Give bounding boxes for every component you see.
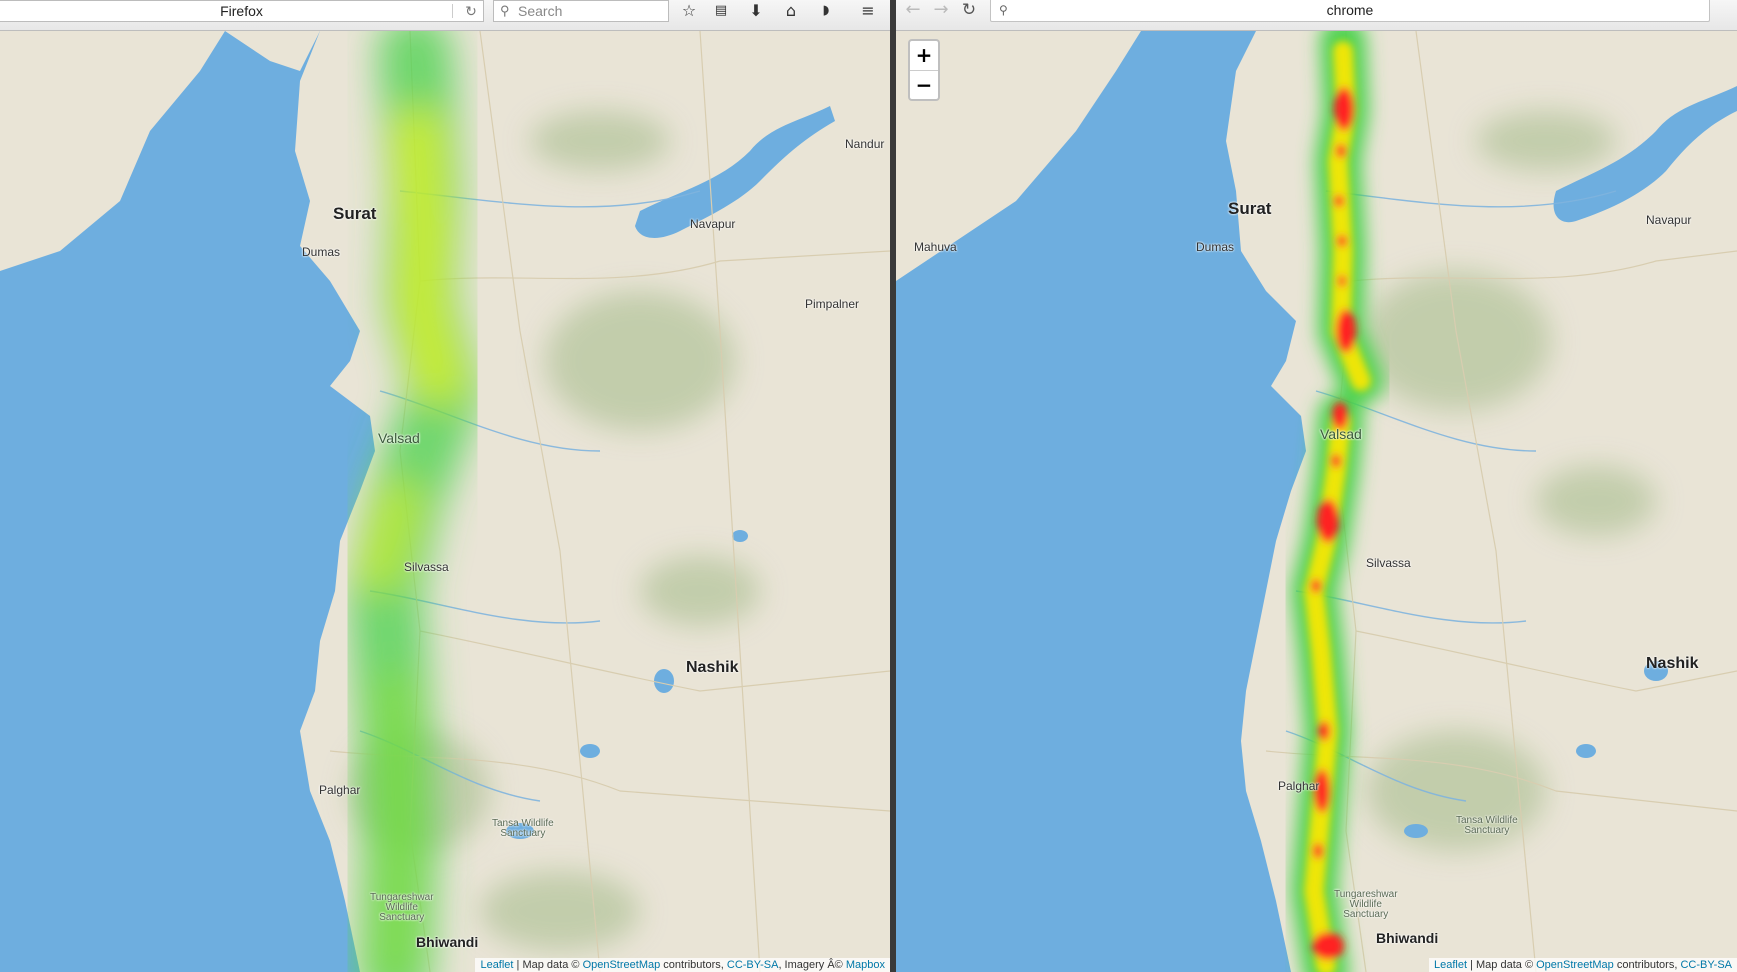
search-placeholder: Search [518, 3, 563, 19]
menu-icon[interactable]: ≡ [853, 0, 883, 22]
attribution-contrib: contributors, [1616, 959, 1678, 971]
chrome-map[interactable]: + − Surat Dumas Mahuva Navapur Valsad Si… [896, 31, 1737, 972]
attribution-imagery: , Imagery Â© [778, 959, 843, 971]
label-nashik: Nashik [686, 659, 739, 676]
zoom-control: + − [908, 39, 940, 101]
reading-list-icon[interactable]: ▤ [706, 0, 736, 22]
mapbox-link[interactable]: Mapbox [846, 959, 885, 971]
label-tansa: Tansa Wildlife Sanctuary [1456, 815, 1518, 836]
reload-icon[interactable]: ↻ [460, 1, 482, 21]
zoom-in-button[interactable]: + [910, 41, 938, 70]
label-tungareshwar: Tungareshwar Wildlife Sanctuary [1334, 889, 1398, 920]
chrome-omnibox[interactable]: ⚲ chrome [990, 0, 1710, 22]
label-surat: Surat [333, 204, 377, 223]
label-palghar: Palghar [319, 783, 361, 797]
label-bhiwandi: Bhiwandi [416, 934, 479, 950]
label-valsad: Valsad [378, 430, 420, 446]
chrome-window: ← → ↻ ⚲ chrome + − Surat Dumas Mahuva Na… [896, 0, 1737, 972]
firefox-search-field[interactable]: ⚲ Search [493, 0, 669, 22]
url-separator [452, 4, 453, 18]
label-nashik: Nashik [1646, 655, 1699, 672]
label-mahuva: Mahuva [914, 240, 957, 254]
attribution-text: | Map data © [1470, 959, 1534, 971]
firefox-address-bar[interactable]: Firefox ↻ [0, 0, 484, 22]
label-silvassa: Silvassa [1366, 556, 1411, 570]
label-bhiwandi: Bhiwandi [1376, 930, 1439, 946]
map-attribution: Leaflet | Map data © OpenStreetMap contr… [475, 958, 890, 972]
reload-icon[interactable]: ↻ [956, 0, 982, 22]
license-link[interactable]: CC-BY-SA [727, 959, 779, 971]
chrome-toolbar: ← → ↻ ⚲ chrome [896, 0, 1737, 31]
label-tansa: Tansa Wildlife Sanctuary [492, 818, 554, 839]
pocket-icon[interactable]: ◗ [811, 0, 841, 22]
search-icon: ⚲ [500, 3, 510, 18]
home-icon[interactable]: ⌂ [776, 0, 806, 22]
firefox-window: Firefox ↻ ⚲ Search ☆ ▤ ⬇ ⌂ ◗ ≡ Surat Dum… [0, 0, 890, 972]
label-navapur: Navapur [690, 217, 736, 231]
zoom-out-button[interactable]: − [910, 70, 938, 99]
address-text: Firefox [220, 3, 263, 19]
map-tiles [0, 31, 890, 972]
label-surat: Surat [1228, 199, 1272, 218]
map-attribution: Leaflet | Map data © OpenStreetMap contr… [1429, 958, 1737, 972]
label-pimpalner: Pimpalner [805, 297, 860, 311]
label-palghar: Palghar [1278, 779, 1320, 793]
label-dumas: Dumas [302, 245, 341, 259]
label-tungareshwar: Tungareshwar Wildlife Sanctuary [370, 892, 434, 923]
label-valsad: Valsad [1320, 426, 1362, 442]
osm-link[interactable]: OpenStreetMap [1536, 959, 1614, 971]
star-icon[interactable]: ☆ [674, 0, 704, 22]
license-link[interactable]: CC-BY-SA [1680, 959, 1732, 971]
forward-icon[interactable]: → [928, 0, 954, 22]
leaflet-link[interactable]: Leaflet [480, 959, 513, 971]
back-icon[interactable]: ← [900, 0, 926, 22]
label-navapur: Navapur [1646, 213, 1692, 227]
firefox-map[interactable]: Surat Dumas Navapur Nandur Pimpalner Val… [0, 31, 890, 972]
attribution-contrib: contributors, [663, 959, 724, 971]
label-nandur: Nandur [845, 137, 885, 151]
leaflet-link[interactable]: Leaflet [1434, 959, 1467, 971]
label-silvassa: Silvassa [404, 560, 449, 574]
attribution-text: | Map data © [516, 959, 580, 971]
download-icon[interactable]: ⬇ [741, 0, 771, 22]
osm-link[interactable]: OpenStreetMap [583, 959, 661, 971]
search-icon: ⚲ [999, 3, 1008, 17]
address-text: chrome [1326, 2, 1374, 18]
firefox-toolbar: Firefox ↻ ⚲ Search ☆ ▤ ⬇ ⌂ ◗ ≡ [0, 0, 890, 31]
map-tiles [896, 31, 1737, 972]
label-dumas: Dumas [1196, 240, 1235, 254]
